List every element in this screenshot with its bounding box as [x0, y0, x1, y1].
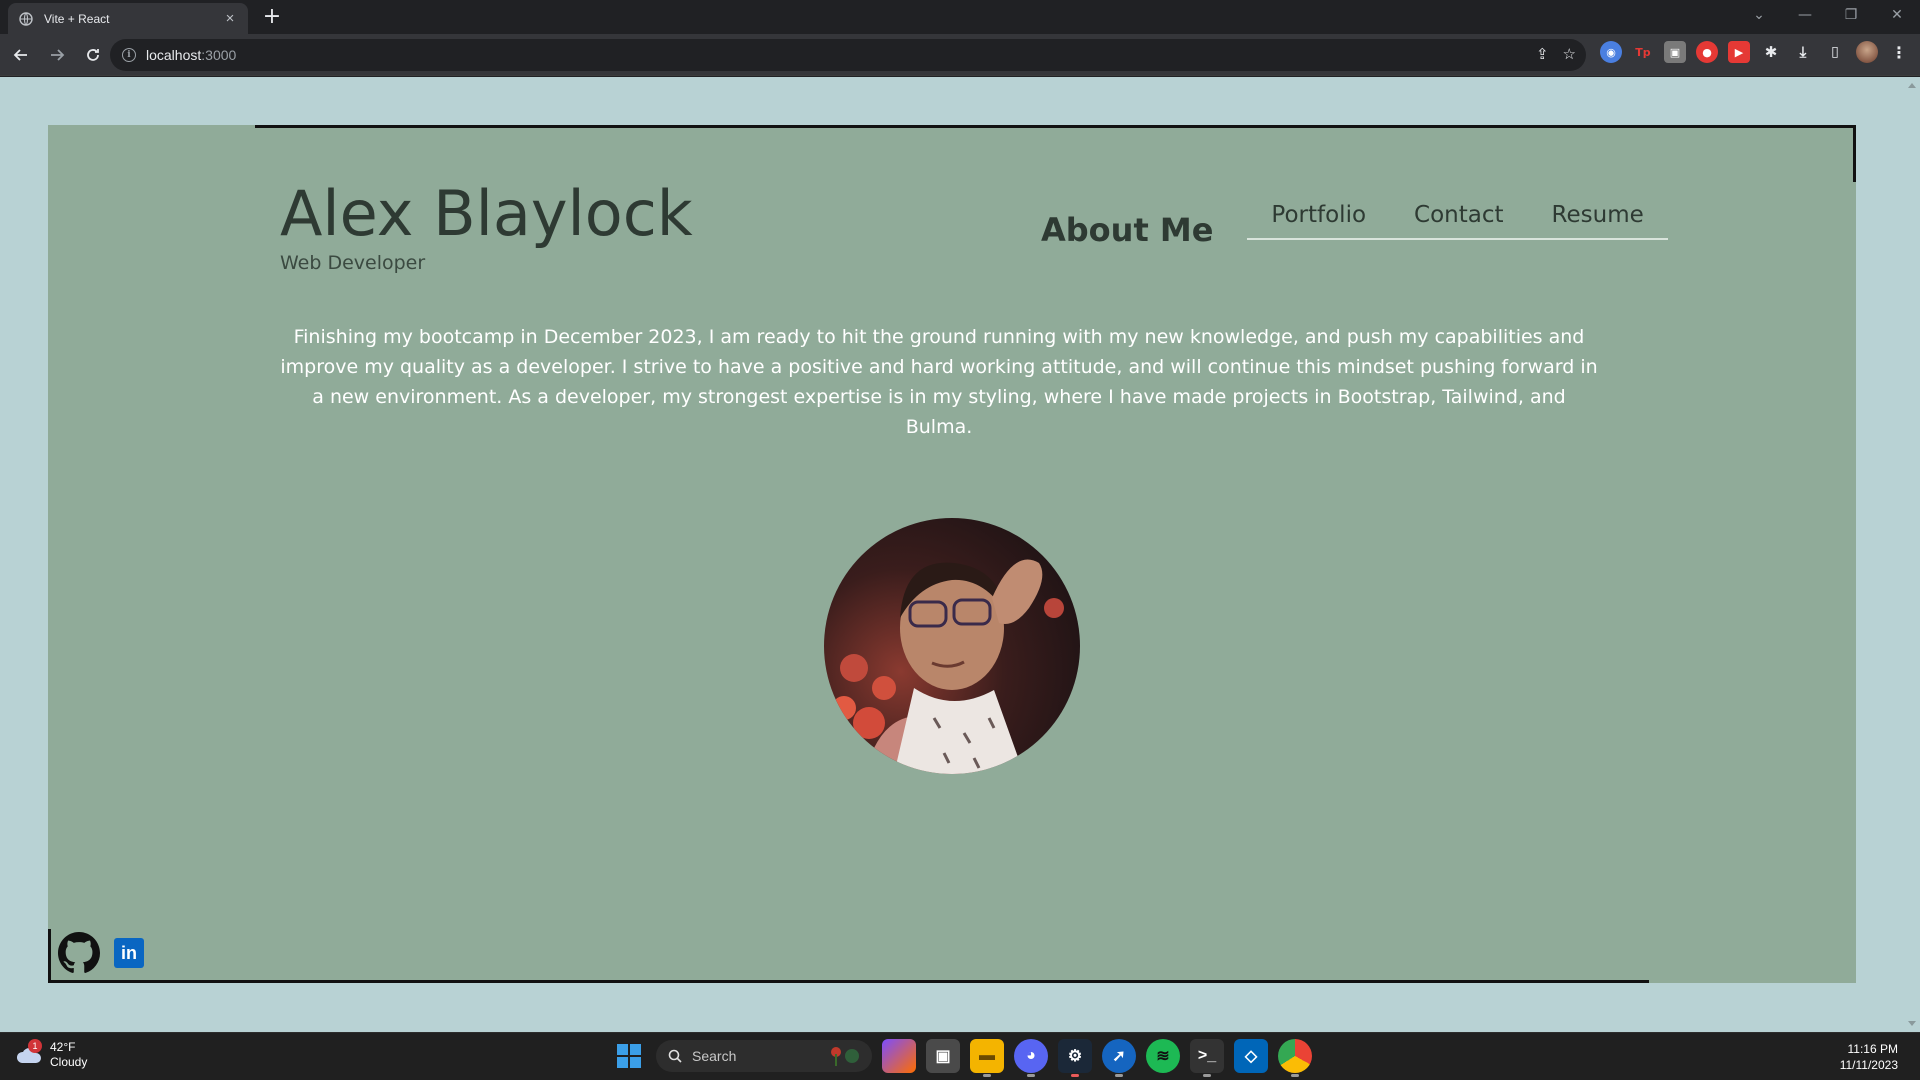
taskbar: 1 42°F Cloudy Search ▣ ▬ ◕ ⚙ ➚ ≋ >_ ◇ 11… — [0, 1032, 1920, 1080]
social-links: in — [58, 932, 144, 974]
close-window-button[interactable]: ✕ — [1874, 0, 1920, 30]
extension-search-icon[interactable]: ◉ — [1600, 41, 1622, 63]
tab-search-icon[interactable]: ⌄ — [1736, 0, 1782, 30]
scroll-up-icon[interactable] — [1908, 83, 1916, 88]
reload-button[interactable] — [78, 40, 108, 70]
browser-tab[interactable]: Vite + React × — [8, 3, 248, 34]
weather-badge: 1 — [28, 1039, 42, 1053]
taskbar-center: Search ▣ ▬ ◕ ⚙ ➚ ≋ >_ ◇ — [612, 1039, 1312, 1077]
steam-icon[interactable]: ⚙ — [1058, 1039, 1092, 1077]
page-title: Alex Blaylock — [280, 177, 693, 250]
nav-resume[interactable]: Resume — [1552, 202, 1644, 228]
extensions-bar: ◉ Tp ▣ ● ▶ ✱ ⤓ ▯ ⋮ — [1600, 41, 1910, 63]
bookmark-star-icon[interactable]: ☆ — [1563, 45, 1576, 63]
linkedin-icon[interactable]: in — [114, 938, 144, 968]
bottom-border-accent — [48, 980, 1649, 983]
site-info-icon[interactable]: i — [122, 48, 136, 62]
restore-button[interactable]: ❐ — [1828, 0, 1874, 30]
extension-tp-icon[interactable]: Tp — [1632, 41, 1654, 63]
window-controls: ⌄ — ❐ ✕ — [1736, 0, 1920, 30]
search-placeholder: Search — [692, 1048, 737, 1064]
system-clock[interactable]: 11:16 PM 11/11/2023 — [1840, 1041, 1898, 1073]
extension-red-icon[interactable]: ● — [1696, 41, 1718, 63]
top-border-accent — [255, 125, 1856, 128]
task-view-icon[interactable]: ▣ — [926, 1039, 960, 1073]
cloud-icon: 1 — [16, 1039, 42, 1065]
profile-photo — [824, 518, 1080, 774]
weather-temp: 42°F — [50, 1040, 76, 1054]
spotify-icon[interactable]: ≋ — [1146, 1039, 1180, 1073]
share-icon[interactable]: ⇪ — [1536, 45, 1549, 63]
page-scrollbar[interactable] — [1905, 77, 1920, 1032]
globe-icon — [18, 11, 34, 27]
github-icon[interactable] — [58, 932, 100, 974]
tab-close-icon[interactable]: × — [222, 10, 238, 27]
main-card: Alex Blaylock Web Developer About Me Por… — [48, 125, 1856, 983]
arrow-right-icon — [51, 48, 65, 61]
download-icon[interactable]: ⤓ — [1792, 41, 1814, 63]
file-explorer-icon[interactable]: ▬ — [970, 1039, 1004, 1077]
scroll-down-icon[interactable] — [1908, 1021, 1916, 1026]
arrow-left-icon — [13, 48, 27, 61]
clock-time: 11:16 PM — [1847, 1042, 1898, 1056]
bio-paragraph: Finishing my bootcamp in December 2023, … — [280, 326, 1598, 438]
chrome-icon[interactable] — [1278, 1039, 1312, 1077]
taskbar-search[interactable]: Search — [656, 1040, 872, 1072]
vscode-icon[interactable]: ◇ — [1234, 1039, 1268, 1073]
windows-start-icon[interactable] — [612, 1039, 646, 1073]
clock-date: 11/11/2023 — [1839, 1058, 1898, 1072]
url-host: localhost — [146, 47, 202, 63]
terminal-icon[interactable]: >_ — [1190, 1039, 1224, 1077]
search-icon — [668, 1049, 682, 1063]
weather-desc: Cloudy — [50, 1055, 88, 1069]
nav-portfolio[interactable]: Portfolio — [1271, 202, 1366, 228]
forward-button[interactable] — [42, 40, 72, 70]
more-menu-icon[interactable]: ⋮ — [1888, 41, 1910, 63]
sidepanel-icon[interactable]: ▯ — [1824, 41, 1846, 63]
nav-links: Portfolio Contact Resume — [1247, 202, 1668, 240]
reload-icon — [87, 48, 99, 61]
profile-avatar[interactable] — [1856, 41, 1878, 63]
browser-toolbar: i localhost:3000 ⇪ ☆ ◉ Tp ▣ ● ▶ ✱ ⤓ ▯ ⋮ — [0, 34, 1920, 76]
page-subtitle: Web Developer — [280, 252, 426, 274]
url-port: :3000 — [201, 47, 237, 63]
tab-strip: Vite + React × + ⌄ — ❐ ✕ — [0, 0, 1920, 34]
tab-title: Vite + React — [44, 11, 110, 26]
app-icon-1[interactable] — [882, 1039, 916, 1073]
weather-widget[interactable]: 1 42°F Cloudy — [16, 1039, 88, 1070]
minimize-button[interactable]: — — [1782, 0, 1828, 30]
site-nav: About Me Portfolio Contact Resume — [1041, 202, 1668, 249]
extension-bookmark-icon[interactable]: ▣ — [1664, 41, 1686, 63]
discord-icon[interactable]: ◕ — [1014, 1039, 1048, 1077]
search-highlight-icon — [826, 1046, 862, 1066]
new-tab-button[interactable]: + — [260, 6, 284, 30]
page-viewport: Alex Blaylock Web Developer About Me Por… — [0, 77, 1920, 1032]
right-border-accent — [1853, 125, 1856, 182]
back-button[interactable] — [6, 40, 36, 70]
puzzle-icon[interactable]: ✱ — [1760, 41, 1782, 63]
nav-about-me[interactable]: About Me — [1041, 211, 1213, 249]
extension-video-icon[interactable]: ▶ — [1728, 41, 1750, 63]
address-bar[interactable]: i localhost:3000 ⇪ ☆ — [110, 39, 1586, 71]
left-border-accent — [48, 929, 51, 983]
remote-app-icon[interactable]: ➚ — [1102, 1039, 1136, 1077]
nav-contact[interactable]: Contact — [1414, 202, 1503, 228]
